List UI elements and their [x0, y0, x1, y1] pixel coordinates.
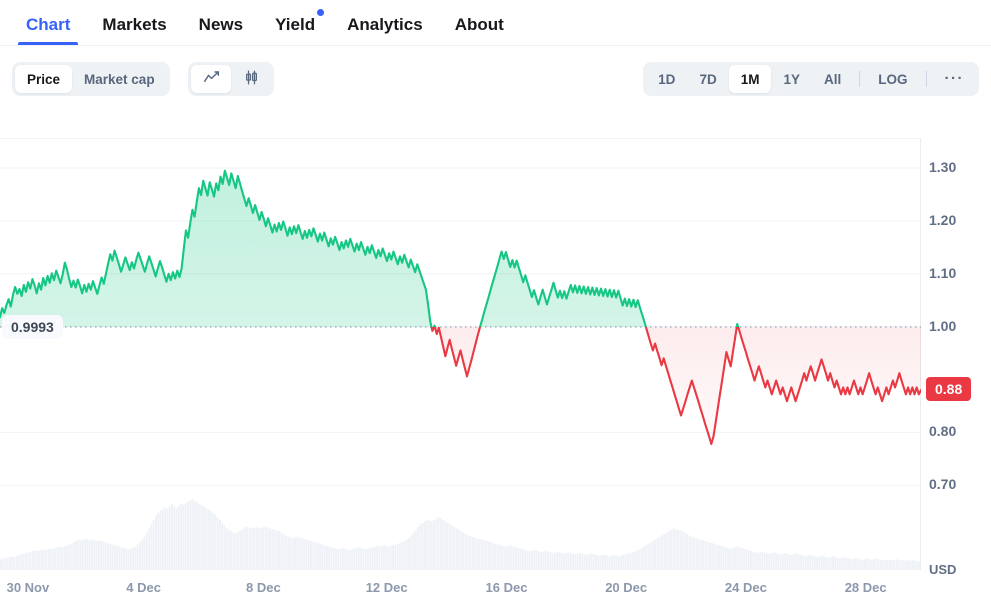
line-chart-icon [203, 69, 220, 89]
reference-price-tag: 0.9993 [2, 315, 63, 339]
price-chart[interactable]: 0.9993 CoinMarketCap [0, 138, 921, 570]
metric-toggle-group[interactable]: PriceMarket cap [12, 62, 170, 96]
y-axis: 1.301.201.101.000.800.700.88USD [921, 138, 991, 570]
y-axis-tick-label: 1.10 [929, 265, 956, 281]
nav-tab-label: Markets [102, 15, 166, 35]
nav-tab-label: Chart [26, 15, 70, 35]
y-axis-tick-label: 1.00 [929, 318, 956, 334]
range-option-all[interactable]: All [812, 65, 853, 93]
time-range-toggle-group[interactable]: 1D7D1M1YAll LOG ··· [643, 62, 979, 96]
y-axis-tick-label: 0.80 [929, 423, 956, 439]
x-axis-tick-label: 4 Dec [126, 580, 161, 595]
range-option-1y[interactable]: 1Y [771, 65, 812, 93]
nav-tab-news[interactable]: News [183, 0, 259, 45]
nav-tab-label: About [455, 15, 504, 35]
metric-option-price[interactable]: Price [15, 65, 72, 93]
log-scale-button[interactable]: LOG [866, 65, 919, 93]
y-axis-tick-label: 1.20 [929, 212, 956, 228]
notification-dot-icon [317, 9, 324, 16]
nav-tab-analytics[interactable]: Analytics [331, 0, 439, 45]
x-axis: 30 Nov 4 Dec 8 Dec 12 Dec 16 Dec 20 Dec 24 Dec… [0, 572, 991, 603]
metric-option-market-cap[interactable]: Market cap [72, 65, 167, 93]
current-price-badge: 0.88 [926, 377, 971, 401]
chart-toolbar: PriceMarket cap 1D7D1M1YAll LOG ··· [0, 46, 991, 118]
range-option-1m[interactable]: 1M [729, 65, 772, 93]
x-axis-tick-label: 28 Dec [845, 580, 887, 595]
y-axis-tick-label: 1.30 [929, 159, 956, 175]
line-chart-button[interactable] [191, 65, 231, 93]
toolbar-divider [859, 71, 860, 87]
chart-plot-area[interactable] [0, 139, 921, 571]
nav-tab-markets[interactable]: Markets [86, 0, 182, 45]
x-axis-tick-label: 30 Nov [7, 580, 50, 595]
candlestick-chart-button[interactable] [231, 65, 271, 93]
candlestick-chart-icon [243, 69, 260, 89]
x-axis-tick-label: 24 Dec [725, 580, 767, 595]
x-axis-tick-label: 8 Dec [246, 580, 281, 595]
x-axis-tick-label: 16 Dec [486, 580, 528, 595]
chart-type-toggle-group[interactable] [188, 62, 274, 96]
x-axis-tick-label: 20 Dec [605, 580, 647, 595]
nav-tab-label: News [199, 15, 243, 35]
nav-tab-label: Yield [275, 15, 315, 35]
y-axis-tick-label: 0.70 [929, 476, 956, 492]
nav-tab-about[interactable]: About [439, 0, 520, 45]
range-option-7d[interactable]: 7D [687, 65, 728, 93]
nav-tab-label: Analytics [347, 15, 423, 35]
nav-tab-yield[interactable]: Yield [259, 0, 331, 45]
range-option-1d[interactable]: 1D [646, 65, 687, 93]
coin-detail-nav: Chart Markets News Yield Analytics About [0, 0, 991, 46]
x-axis-tick-label: 12 Dec [366, 580, 408, 595]
toolbar-divider [926, 71, 927, 87]
nav-tab-chart[interactable]: Chart [10, 0, 86, 45]
cmc-chart-page: Chart Markets News Yield Analytics About Pric… [0, 0, 991, 603]
more-options-icon[interactable]: ··· [933, 65, 977, 93]
